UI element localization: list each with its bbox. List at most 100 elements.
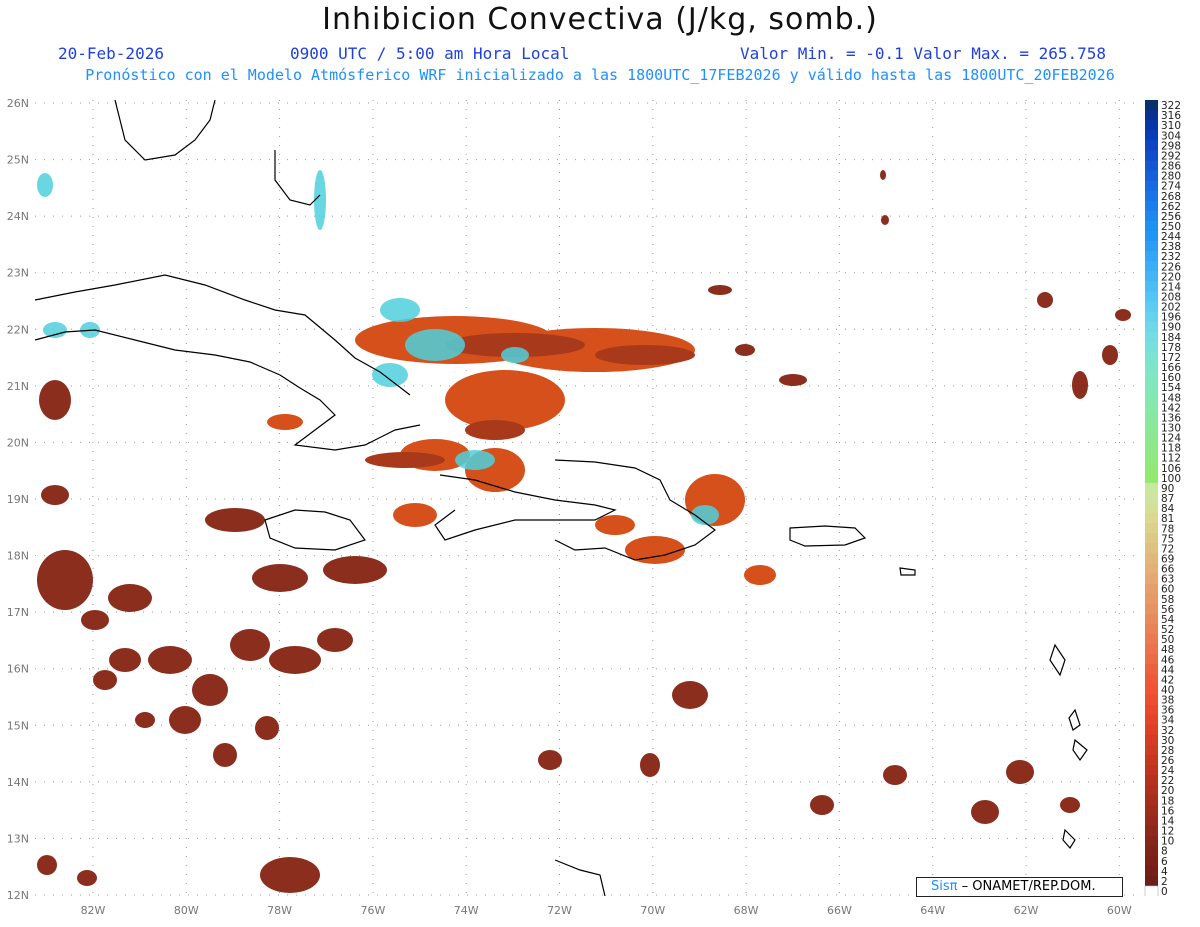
cin-patch bbox=[1037, 292, 1053, 308]
lat-label: 25N bbox=[7, 154, 29, 167]
lon-label: 68W bbox=[734, 904, 759, 917]
colorbar-swatch bbox=[1145, 523, 1158, 534]
colorbar-swatch bbox=[1145, 714, 1158, 726]
colorbar-swatch bbox=[1145, 170, 1158, 182]
colorbar-swatch bbox=[1145, 190, 1158, 202]
colorbar-swatch bbox=[1145, 180, 1158, 192]
cin-patch bbox=[380, 298, 420, 322]
colorbar-swatch bbox=[1145, 543, 1158, 554]
colorbar-swatch bbox=[1145, 613, 1158, 625]
colorbar-swatch bbox=[1145, 120, 1158, 131]
cin-patch bbox=[37, 173, 53, 197]
colorbar-swatch bbox=[1145, 140, 1158, 151]
latitude-labels: 26N 25N 24N 23N 22N 21N 20N 19N 18N 17N 16N 15N 14N 1… bbox=[7, 97, 29, 902]
colorbar-swatch bbox=[1145, 754, 1158, 766]
colorbar-swatch bbox=[1145, 462, 1158, 474]
colorbar-swatch bbox=[1145, 492, 1158, 504]
colorbar-swatch bbox=[1145, 331, 1158, 343]
colorbar-swatch bbox=[1145, 664, 1158, 675]
colorbar-swatch bbox=[1145, 382, 1158, 393]
colorbar-swatch bbox=[1145, 230, 1158, 242]
colorbar-swatch bbox=[1145, 100, 1158, 111]
colorbar-swatch bbox=[1145, 835, 1158, 847]
cin-patch bbox=[317, 628, 353, 652]
cin-patch bbox=[883, 765, 907, 785]
cin-patch bbox=[971, 800, 999, 824]
colorbar-swatch bbox=[1145, 583, 1158, 595]
sis-logo: Sisπ bbox=[931, 879, 958, 894]
cin-patch bbox=[735, 344, 755, 356]
lon-label: 64W bbox=[920, 904, 945, 917]
colorbar-swatch bbox=[1145, 775, 1158, 786]
colorbar-swatch bbox=[1145, 220, 1158, 232]
credit-text: – ONAMET/REP.DOM. bbox=[961, 879, 1096, 894]
forecast-date: 20-Feb-2026 bbox=[58, 44, 164, 63]
colorbar-swatch bbox=[1145, 160, 1158, 171]
cin-map: 26N 25N 24N 23N 22N 21N 20N 19N 18N 17N 16N 15N 14N 1… bbox=[7, 97, 1141, 917]
lat-label: 17N bbox=[7, 606, 29, 619]
cin-patch bbox=[1060, 797, 1080, 813]
model-info-line: Pronóstico con el Modelo Atmósferico WRF… bbox=[85, 66, 1115, 84]
cin-patch bbox=[323, 556, 387, 584]
cin-patch bbox=[213, 743, 237, 767]
cin-patch bbox=[135, 712, 155, 728]
colorbar-swatch bbox=[1145, 734, 1158, 746]
colorbar-swatch bbox=[1144, 885, 1159, 896]
cin-patch bbox=[93, 670, 117, 690]
cin-patch bbox=[1072, 371, 1088, 399]
colorbar-swatch bbox=[1145, 785, 1158, 796]
cin-patch bbox=[880, 170, 886, 180]
colorbar-swatch bbox=[1145, 744, 1158, 756]
colorbar-swatch bbox=[1145, 654, 1158, 665]
cin-patch bbox=[708, 285, 732, 295]
longitude-labels: 82W 80W 78W 76W 74W 72W 70W 68W 66W 64W 62W 60W bbox=[81, 904, 1132, 917]
cin-patch bbox=[81, 610, 109, 630]
cin-patch bbox=[255, 716, 279, 740]
cin-patch bbox=[252, 564, 308, 592]
colorbar-swatch bbox=[1145, 845, 1158, 857]
lat-label: 15N bbox=[7, 719, 29, 732]
lat-label: 23N bbox=[7, 267, 29, 280]
colorbar-swatch bbox=[1145, 452, 1158, 464]
colorbar-swatch bbox=[1145, 644, 1158, 655]
cin-patch bbox=[269, 646, 321, 674]
colorbar-swatch bbox=[1145, 573, 1158, 585]
lat-label: 12N bbox=[7, 889, 29, 902]
cin-patch bbox=[595, 515, 635, 535]
colorbar-swatch bbox=[1145, 150, 1158, 161]
colorbar-label: 0 bbox=[1161, 886, 1168, 896]
colorbar-swatch bbox=[1145, 563, 1158, 574]
lon-label: 78W bbox=[267, 904, 292, 917]
cin-patch bbox=[41, 485, 69, 505]
min-max-values: Valor Min. = -0.1 Valor Max. = 265.758 bbox=[740, 44, 1107, 63]
cin-patch bbox=[37, 550, 93, 610]
colorbar: 3223163103042982922862802742682622562502… bbox=[1144, 100, 1181, 896]
lon-label: 66W bbox=[827, 904, 852, 917]
colorbar-swatch bbox=[1145, 110, 1158, 121]
lat-label: 22N bbox=[7, 323, 29, 336]
colorbar-swatch bbox=[1145, 805, 1158, 816]
colorbar-swatch bbox=[1145, 341, 1158, 353]
colorbar-swatch bbox=[1145, 210, 1158, 222]
colorbar-swatch bbox=[1145, 503, 1158, 514]
cin-patch bbox=[640, 753, 660, 777]
colorbar-swatch bbox=[1145, 472, 1158, 484]
credit-box: Sisπ – ONAMET/REP.DOM. bbox=[916, 877, 1123, 897]
colorbar-swatch bbox=[1145, 623, 1158, 635]
colorbar-swatch bbox=[1145, 351, 1158, 363]
colorbar-swatch bbox=[1145, 432, 1158, 443]
cin-patch bbox=[108, 584, 152, 612]
cin-patch bbox=[230, 629, 270, 661]
colorbar-swatch bbox=[1145, 875, 1158, 887]
lon-label: 60W bbox=[1107, 904, 1132, 917]
cin-patch bbox=[77, 870, 97, 886]
colorbar-swatch bbox=[1145, 422, 1158, 433]
cin-patch bbox=[365, 452, 445, 468]
lon-label: 62W bbox=[1014, 904, 1039, 917]
colorbar-swatch bbox=[1145, 634, 1158, 645]
cin-patch bbox=[169, 706, 201, 734]
colorbar-swatch bbox=[1145, 241, 1158, 252]
cin-patch bbox=[372, 363, 408, 387]
colorbar-swatch bbox=[1145, 684, 1158, 695]
colorbar-swatch bbox=[1145, 825, 1158, 836]
